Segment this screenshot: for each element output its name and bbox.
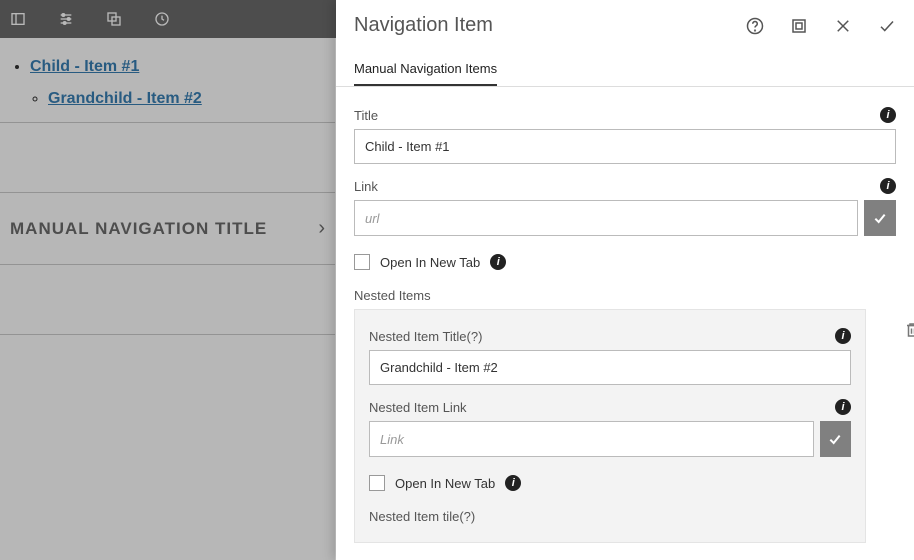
nested-title-label: Nested Item Title(?) [369, 329, 482, 344]
done-icon[interactable] [878, 17, 896, 35]
info-icon[interactable]: i [490, 254, 506, 270]
title-input[interactable] [354, 129, 896, 164]
link-picker-button[interactable] [864, 200, 896, 236]
info-icon[interactable]: i [505, 475, 521, 491]
link-input[interactable] [354, 200, 858, 236]
nested-link-picker-button[interactable] [820, 421, 851, 457]
open-new-tab-checkbox[interactable] [354, 254, 370, 270]
close-icon[interactable] [834, 17, 852, 35]
dialog-title: Navigation Item [354, 14, 493, 37]
navigation-item-dialog: Navigation Item Manual Navigation Items … [336, 0, 914, 560]
info-icon[interactable]: i [835, 328, 851, 344]
nested-link-input[interactable] [369, 421, 814, 457]
dialog-tabs: Manual Navigation Items [336, 53, 914, 87]
nested-link-label: Nested Item Link [369, 400, 467, 415]
nested-item-group: Nested Item Title(?) i Nested Item Link … [354, 309, 866, 543]
nested-tile-label: Nested Item tile(?) [369, 509, 475, 524]
help-icon[interactable] [746, 17, 764, 35]
nested-open-new-tab-checkbox[interactable] [369, 475, 385, 491]
info-icon[interactable]: i [880, 178, 896, 194]
info-icon[interactable]: i [835, 399, 851, 415]
info-icon[interactable]: i [880, 107, 896, 123]
link-field-label: Link [354, 179, 378, 194]
open-new-tab-label: Open In New Tab [380, 255, 480, 270]
delete-nested-item-button[interactable] [904, 321, 914, 344]
title-field-label: Title [354, 108, 378, 123]
dialog-header: Navigation Item [336, 0, 914, 45]
nested-title-input[interactable] [369, 350, 851, 385]
tab-manual-nav-items[interactable]: Manual Navigation Items [354, 53, 497, 86]
nested-open-new-tab-label: Open In New Tab [395, 476, 495, 491]
fullscreen-icon[interactable] [790, 17, 808, 35]
nested-items-header: Nested Items [354, 288, 896, 303]
dialog-body[interactable]: Title i Link i Open In New Tab i Nested … [336, 87, 914, 560]
